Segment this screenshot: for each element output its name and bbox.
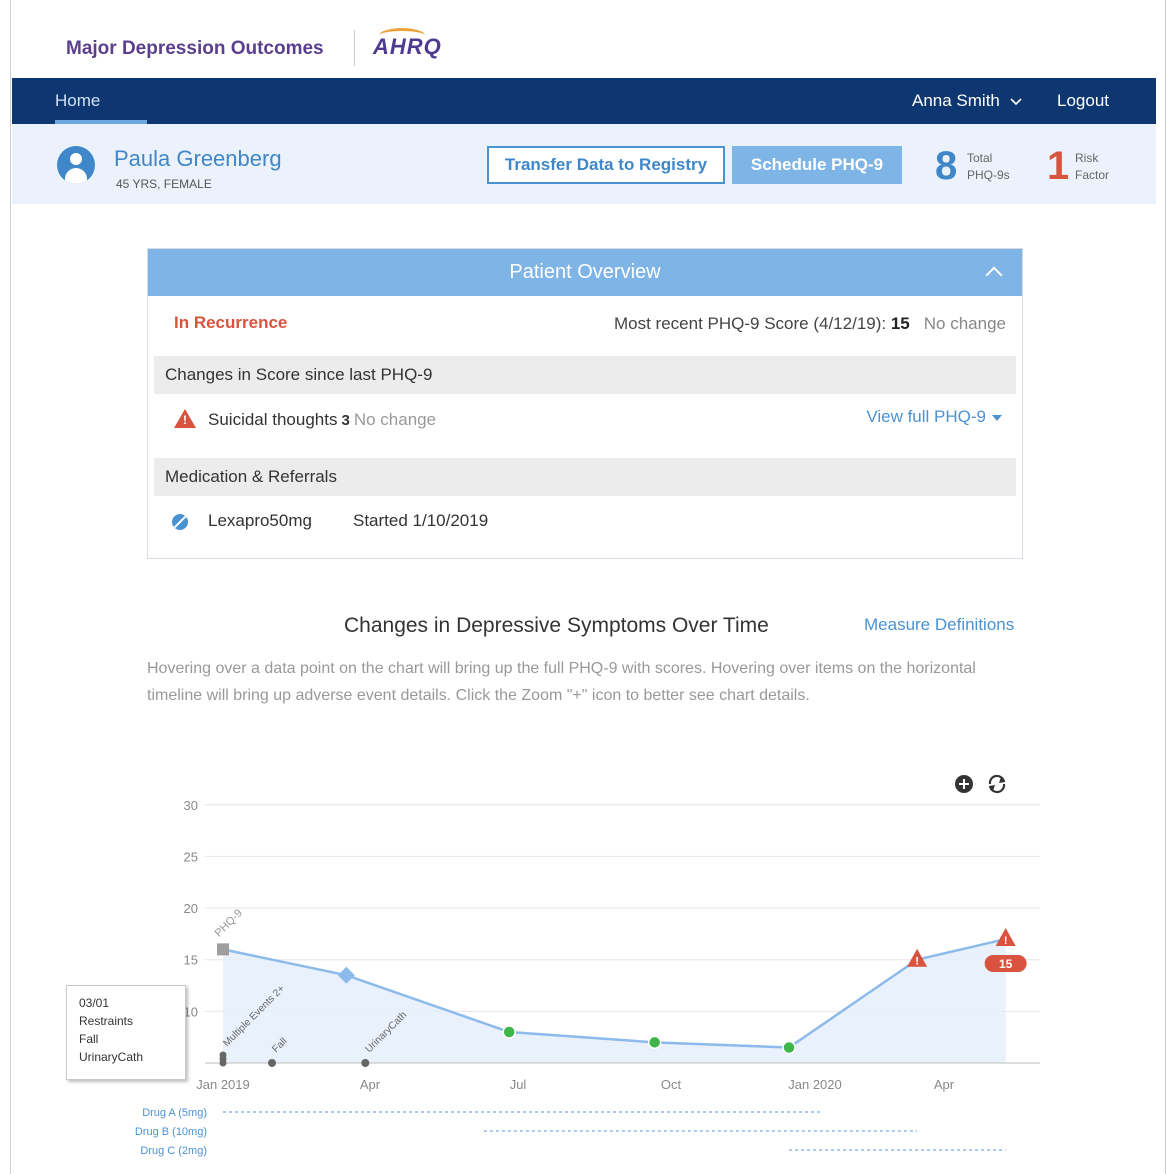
y-tick-label: 20 [184, 901, 198, 916]
total-phq9-label: Total PHQ-9s [967, 151, 1010, 182]
data-point [502, 1025, 516, 1039]
tooltip-line: 03/01 [79, 996, 110, 1010]
user-name: Anna Smith [912, 91, 1000, 110]
recent-score: Most recent PHQ-9 Score (4/12/19): 15 No … [614, 314, 1006, 333]
meds-section-header: Medication & Referrals [154, 458, 1016, 496]
total-phq9-count: 8 [935, 144, 958, 188]
changes-section-header: Changes in Score since last PHQ-9 [154, 356, 1016, 394]
point-annotation: PHQ-9 [213, 907, 245, 939]
x-tick-label: Jan 2020 [788, 1077, 842, 1092]
warning-mark: ! [1004, 935, 1008, 947]
chart-description: Hovering over a data point on the chart … [147, 660, 976, 704]
main-nav: Home Anna Smith Logout [12, 78, 1156, 124]
symptom-row: Suicidal thoughts 3 No change [208, 410, 437, 429]
event-marker [219, 1051, 227, 1059]
x-tick-label: Jan 2019 [196, 1077, 250, 1092]
data-point [782, 1040, 796, 1055]
avatar [57, 146, 95, 184]
x-tick-label: Jul [510, 1077, 527, 1092]
y-tick-label: 30 [184, 798, 198, 813]
x-tick-label: Apr [360, 1077, 381, 1092]
drug-label: Drug A (5mg) [142, 1107, 207, 1119]
y-tick-label: 25 [184, 849, 198, 864]
chart-title: Changes in Depressive Symptoms Over Time [344, 614, 769, 637]
logout-link[interactable]: Logout [1057, 91, 1109, 111]
overview-header[interactable]: Patient Overview [148, 249, 1022, 296]
tooltip-line: Fall [79, 1032, 99, 1046]
status-badge: In Recurrence [174, 313, 288, 332]
ahrq-logo: AHRQ [373, 28, 442, 60]
x-tick-label: Oct [661, 1077, 682, 1092]
brand-bar: Major Depression Outcomes AHRQ [11, 0, 1165, 78]
patient-name[interactable]: Paula Greenberg [114, 146, 282, 172]
pill-icon [172, 514, 188, 530]
medication-start: Started 1/10/2019 [353, 511, 489, 530]
series-area [223, 939, 1006, 1063]
x-tick-label: Apr [934, 1077, 955, 1092]
y-tick-label: 15 [184, 953, 198, 968]
event-marker [361, 1059, 370, 1067]
risk-factor-label: Risk Factor [1075, 151, 1110, 182]
tooltip-line: Restraints [79, 1014, 134, 1028]
chevron-down-icon [1010, 97, 1022, 105]
score-badge-label: 15 [999, 957, 1013, 971]
event-marker [268, 1059, 277, 1067]
measure-definitions-link[interactable]: Measure Definitions [864, 615, 1014, 635]
view-full-phq9-link[interactable]: View full PHQ-9 [866, 407, 1002, 427]
user-menu[interactable]: Anna Smith [912, 91, 1023, 111]
brand-divider [354, 30, 355, 66]
medication-name: Lexapro50mg [208, 511, 312, 530]
patient-overview-card: Patient Overview In Recurrence Most rece… [147, 248, 1023, 559]
caret-down-icon [992, 414, 1002, 421]
tooltip-line: UrinaryCath [79, 1050, 144, 1064]
data-point [217, 943, 229, 956]
warning-mark: ! [915, 956, 919, 968]
schedule-phq9-button[interactable]: Schedule PHQ-9 [732, 146, 902, 184]
patient-demographics: 45 YRS, FEMALE [116, 177, 212, 191]
overview-title: Patient Overview [509, 261, 661, 283]
transfer-data-button[interactable]: Transfer Data to Registry [487, 146, 725, 184]
patient-bar: Paula Greenberg 45 YRS, FEMALE Transfer … [12, 124, 1156, 204]
app-title: Major Depression Outcomes [66, 38, 324, 59]
warning-icon [174, 409, 196, 428]
drug-label: Drug C (2mg) [140, 1145, 207, 1157]
symptom-chart: 3025201510!!PHQ-915Multiple Events 2+Fal… [135, 774, 1040, 1157]
data-point [647, 1035, 662, 1050]
nav-home-tab[interactable]: Home [55, 91, 100, 111]
drug-label: Drug B (10mg) [135, 1126, 207, 1138]
event-tooltip: 03/01 Restraints Fall UrinaryCath [66, 985, 186, 1080]
risk-factor-count: 1 [1047, 144, 1070, 188]
